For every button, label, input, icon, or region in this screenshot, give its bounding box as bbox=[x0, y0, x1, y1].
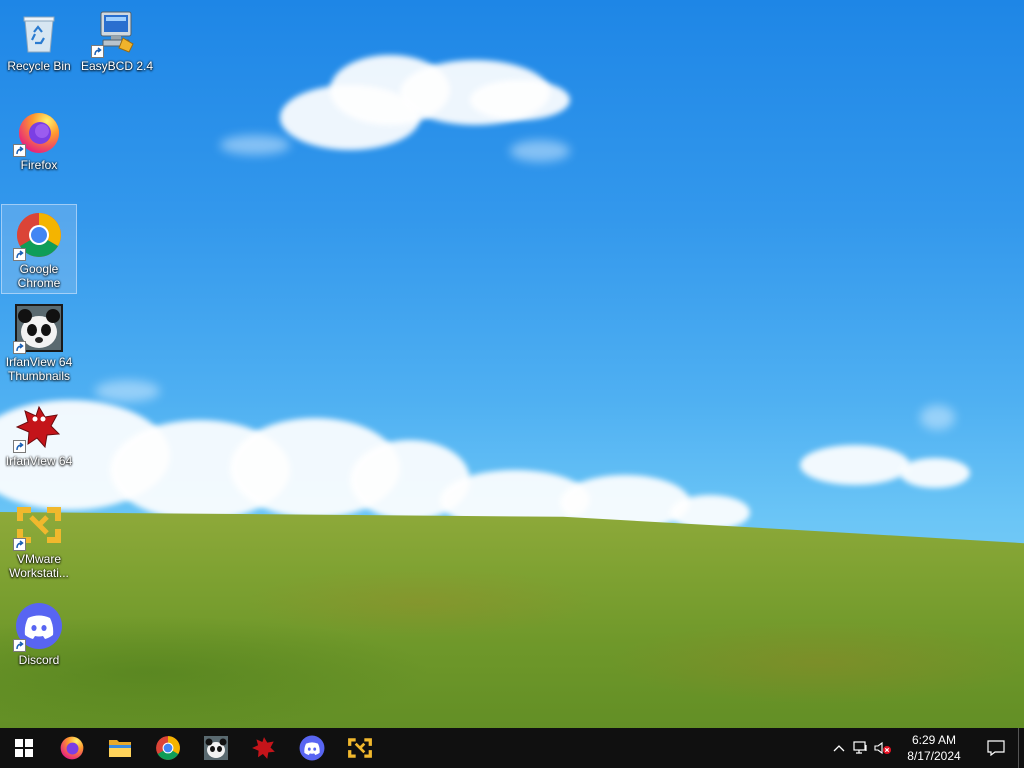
taskbar-irfanview[interactable] bbox=[240, 728, 288, 768]
irfanview-thumbnails-icon bbox=[204, 736, 228, 760]
taskbar-file-explorer[interactable] bbox=[96, 728, 144, 768]
shortcut-arrow-icon bbox=[13, 341, 26, 354]
shortcut-arrow-icon bbox=[13, 639, 26, 652]
action-center-button[interactable] bbox=[974, 728, 1018, 768]
irfanview-icon bbox=[252, 737, 275, 759]
desktop-icon-label: Google Chrome bbox=[17, 262, 61, 290]
taskbar-irfanview-thumbnails[interactable] bbox=[192, 728, 240, 768]
volume-muted-icon bbox=[874, 741, 891, 755]
network-icon bbox=[853, 741, 867, 754]
shortcut-arrow-icon bbox=[13, 144, 26, 157]
irfanview-icon bbox=[13, 403, 63, 453]
desktop-icon-easybcd[interactable]: EasyBCD 2.4 bbox=[79, 2, 155, 92]
start-button[interactable] bbox=[0, 728, 48, 768]
discord-icon bbox=[299, 735, 325, 761]
desktop-icon-label: VMware Workstati... bbox=[9, 552, 69, 580]
show-hidden-icons-button[interactable] bbox=[828, 728, 850, 768]
show-desktop-button[interactable] bbox=[1018, 728, 1024, 768]
clock-date: 8/17/2024 bbox=[907, 749, 961, 763]
easybcd-icon bbox=[91, 8, 141, 58]
system-tray: 6:29 AM 8/17/2024 bbox=[828, 728, 1024, 768]
firefox-icon bbox=[60, 736, 84, 760]
action-center-icon bbox=[987, 740, 1005, 756]
desktop-icon-firefox[interactable]: Firefox bbox=[1, 101, 77, 191]
chrome-icon bbox=[156, 736, 180, 760]
volume-button[interactable] bbox=[872, 728, 894, 768]
clock[interactable]: 6:29 AM 8/17/2024 bbox=[898, 732, 970, 764]
shortcut-arrow-icon bbox=[13, 440, 26, 453]
network-button[interactable] bbox=[850, 728, 872, 768]
desktop-wallpaper bbox=[0, 0, 1024, 728]
chrome-icon bbox=[13, 211, 63, 261]
taskbar-firefox[interactable] bbox=[48, 728, 96, 768]
shortcut-arrow-icon bbox=[91, 45, 104, 58]
chevron-up-icon bbox=[833, 745, 845, 752]
shortcut-arrow-icon bbox=[13, 538, 26, 551]
desktop-icon-recycle-bin[interactable]: Recycle Bin bbox=[1, 2, 77, 92]
desktop-icon-vmware[interactable]: VMware Workstati... bbox=[1, 495, 77, 585]
desktop-icon-label: IrfanView 64 Thumbnails bbox=[5, 355, 73, 383]
vmware-icon bbox=[348, 738, 372, 758]
desktop-icon-irfanview-thumbnails[interactable]: IrfanView 64 Thumbnails bbox=[1, 298, 77, 388]
desktop-icon-label: Recycle Bin bbox=[7, 59, 71, 73]
vmware-icon bbox=[13, 501, 63, 551]
desktop-icon-discord[interactable]: Discord bbox=[1, 596, 77, 686]
file-explorer-icon bbox=[109, 740, 131, 757]
desktop-icon-irfanview[interactable]: IrfanView 64 bbox=[1, 397, 77, 487]
desktop-icon-label: Discord bbox=[18, 653, 60, 667]
start-icon bbox=[15, 739, 33, 757]
irfanview-thumbnails-icon bbox=[13, 304, 63, 354]
discord-icon bbox=[13, 602, 63, 652]
grass-hill bbox=[0, 512, 1024, 728]
shortcut-arrow-icon bbox=[13, 248, 26, 261]
taskbar-chrome[interactable] bbox=[144, 728, 192, 768]
firefox-icon bbox=[13, 107, 63, 157]
desktop-icon-label: IrfanView 64 bbox=[5, 454, 73, 468]
taskbar-discord[interactable] bbox=[288, 728, 336, 768]
desktop-icon-label: Firefox bbox=[20, 158, 58, 172]
recycle-bin-icon bbox=[15, 8, 63, 56]
taskbar: 6:29 AM 8/17/2024 bbox=[0, 728, 1024, 768]
desktop-icon-chrome[interactable]: Google Chrome bbox=[1, 204, 77, 294]
desktop-icon-label: EasyBCD 2.4 bbox=[80, 59, 154, 73]
taskbar-vmware[interactable] bbox=[336, 728, 384, 768]
clock-time: 6:29 AM bbox=[911, 733, 957, 747]
